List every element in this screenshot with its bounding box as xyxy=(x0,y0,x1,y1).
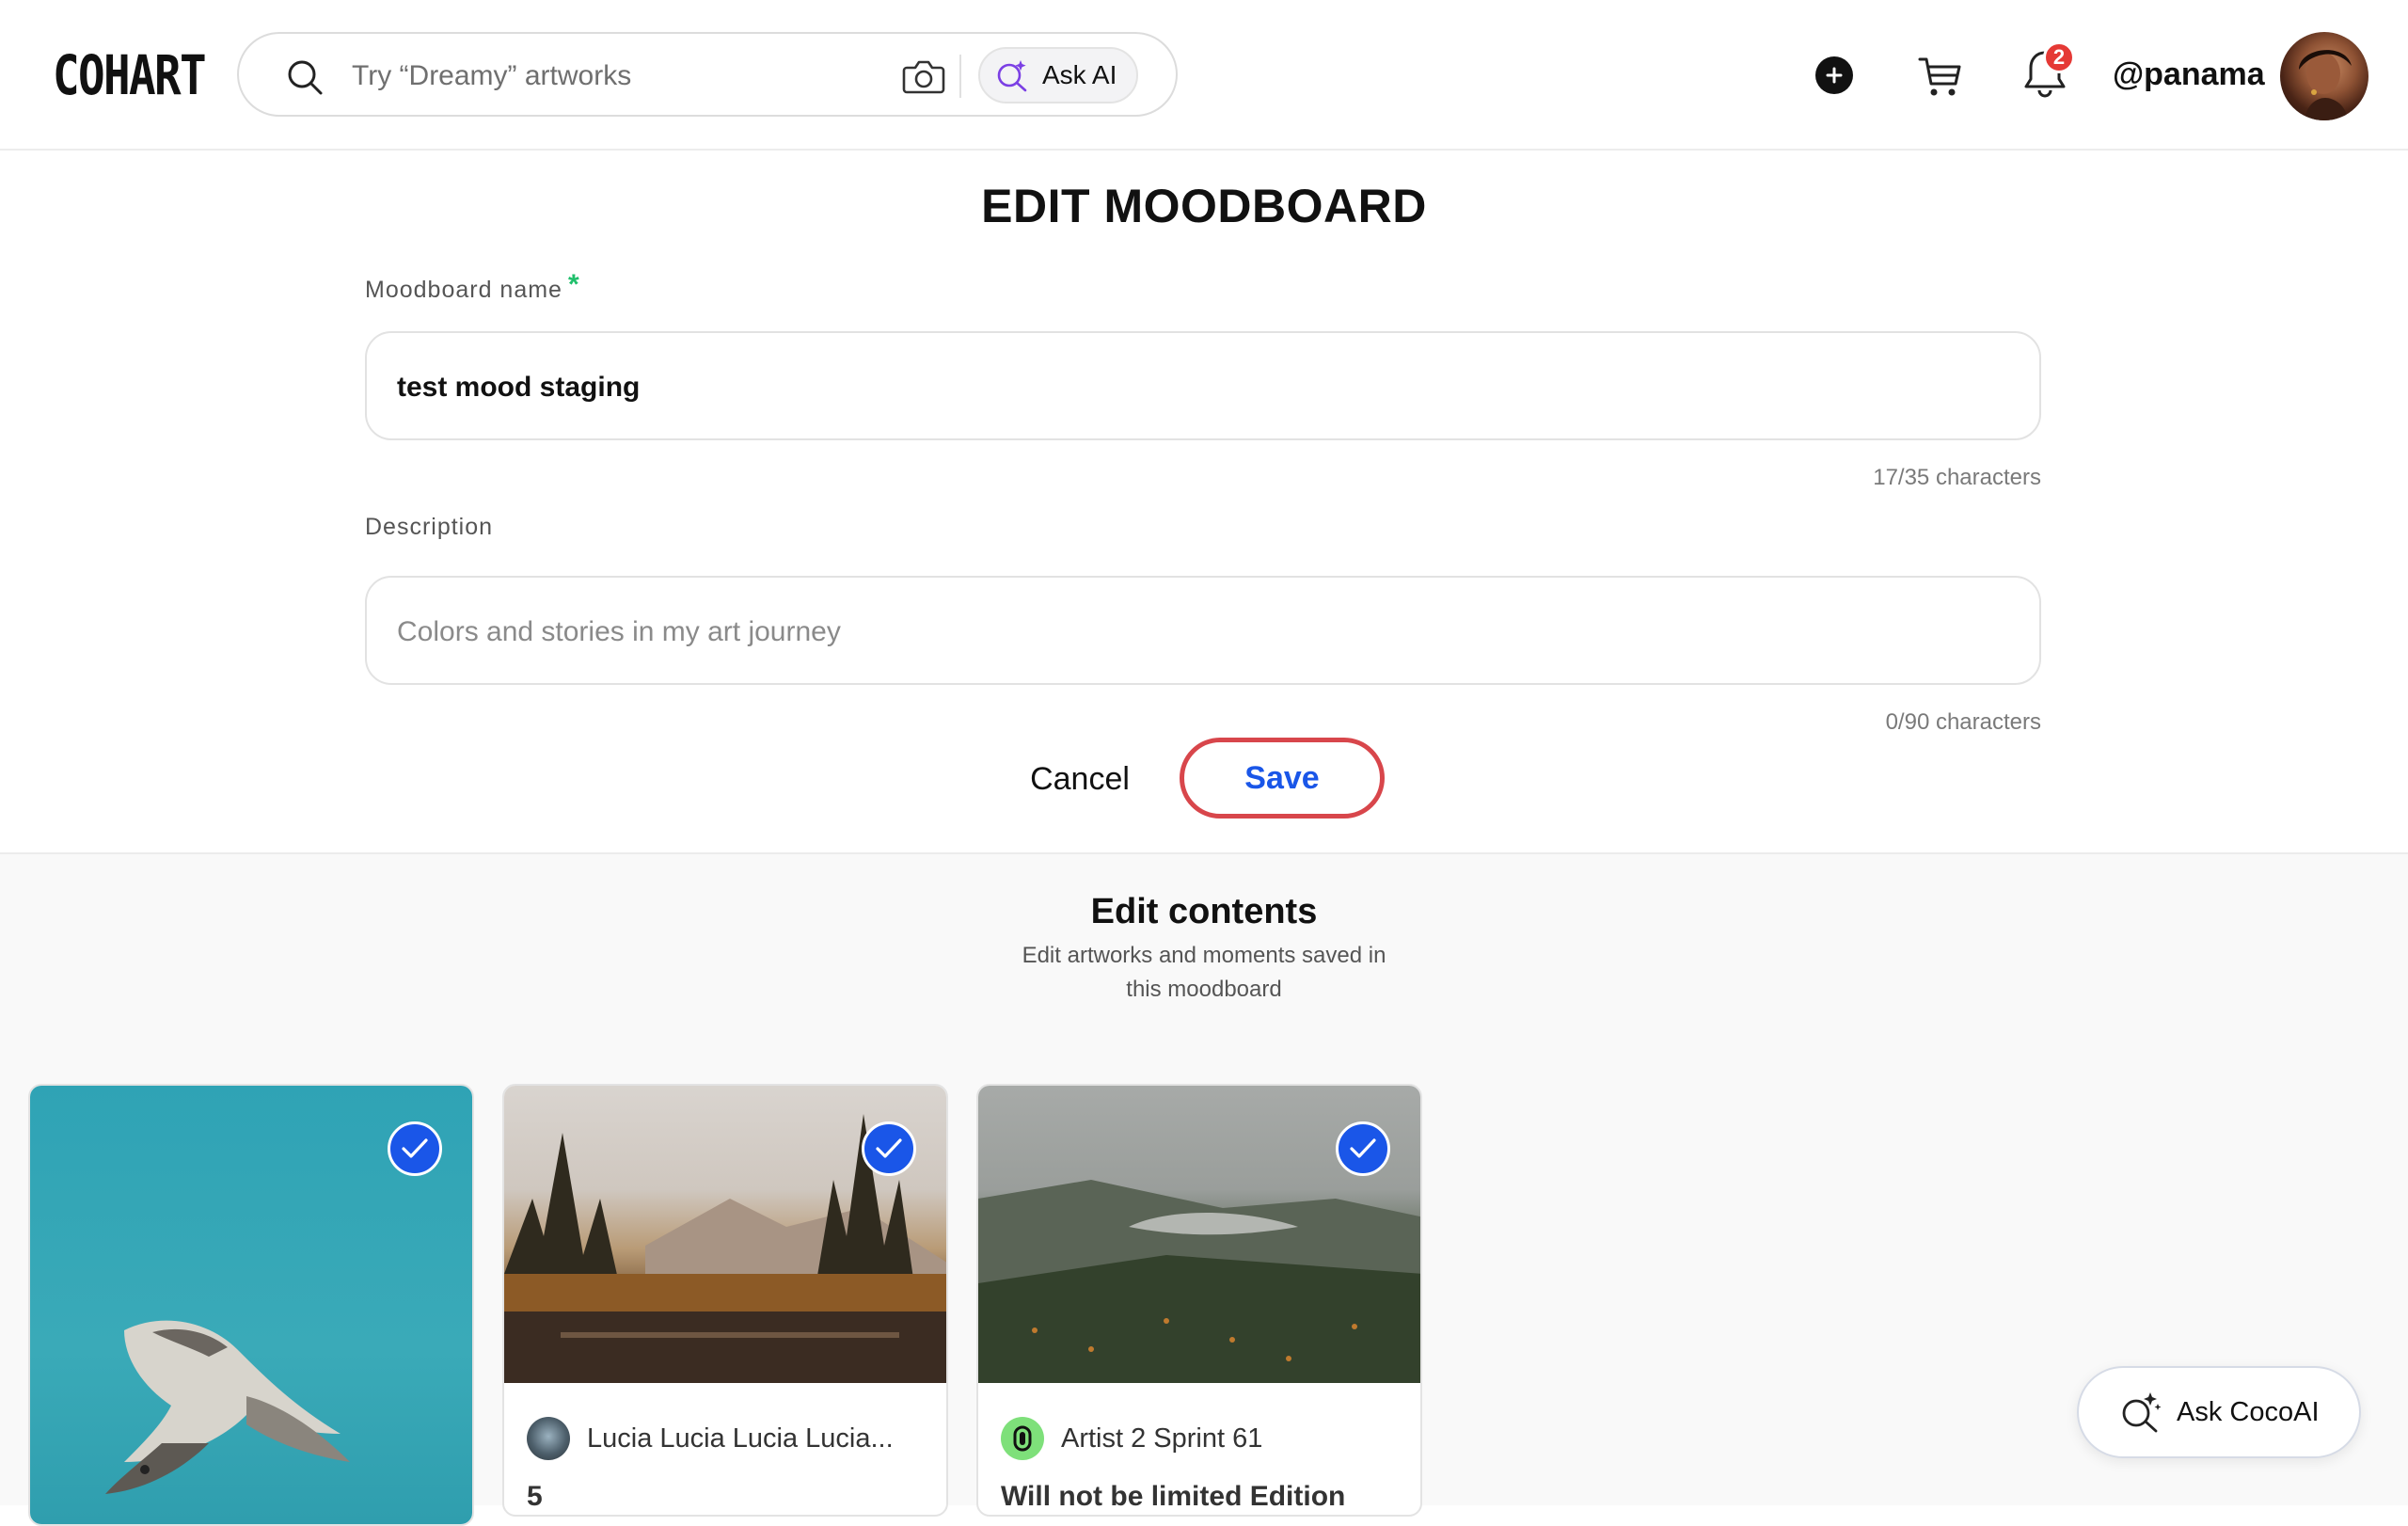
ai-sparkle-icon xyxy=(2122,1392,2162,1433)
page-title: EDIT MOODBOARD xyxy=(981,180,1427,232)
content-card[interactable]: Lucia Lucia Lucia Lucia... 5 xyxy=(502,1084,948,1517)
description-input[interactable] xyxy=(397,610,1996,655)
check-icon xyxy=(1350,1138,1376,1158)
search-icon xyxy=(288,60,323,95)
username[interactable]: @panama xyxy=(2113,56,2265,93)
cancel-button[interactable]: Cancel xyxy=(1006,753,1153,805)
artist-logo-icon xyxy=(1013,1425,1032,1452)
avatar-portrait xyxy=(2299,50,2352,120)
search-input[interactable] xyxy=(352,56,879,96)
ask-ai-label: Ask AI xyxy=(1042,60,1117,89)
moodboard-name-label-text: Moodboard name xyxy=(365,277,562,303)
cohart-logo[interactable]: COHART xyxy=(53,43,207,107)
camera-icon[interactable] xyxy=(901,55,946,98)
check-icon xyxy=(402,1138,428,1158)
content-card[interactable] xyxy=(28,1084,474,1526)
ai-sparkle-icon xyxy=(997,60,1027,92)
artist-name: Lucia Lucia Lucia Lucia... xyxy=(587,1423,894,1454)
moodboard-name-input[interactable] xyxy=(397,365,1996,410)
description-field[interactable] xyxy=(365,576,2041,685)
cart-icon[interactable] xyxy=(1917,55,1962,98)
search-bar[interactable]: Ask AI xyxy=(237,32,1178,117)
moodboard-name-label: Moodboard name * xyxy=(365,269,580,304)
top-header: COHART Ask AI xyxy=(0,0,2408,151)
description-label: Description xyxy=(365,514,494,540)
card-selected-check[interactable] xyxy=(862,1121,916,1176)
contents-title: Edit contents xyxy=(1090,892,1318,931)
ask-cocoai-button[interactable]: Ask CocoAI xyxy=(2077,1366,2361,1458)
required-marker: * xyxy=(567,269,580,300)
plus-icon xyxy=(1826,67,1843,84)
moodboard-name-field[interactable] xyxy=(365,331,2041,440)
ask-cocoai-label: Ask CocoAI xyxy=(2177,1396,2320,1427)
description-char-counter: 0/90 characters xyxy=(1885,709,2041,735)
contents-subtitle: Edit artworks and moments saved in this … xyxy=(1022,943,1386,1002)
artist-avatar xyxy=(1001,1417,1044,1460)
save-button[interactable]: Save xyxy=(1180,738,1385,819)
card-selected-check[interactable] xyxy=(1336,1121,1390,1176)
create-button[interactable] xyxy=(1815,56,1853,94)
card-artist[interactable]: Artist 2 Sprint 61 xyxy=(1001,1417,1262,1460)
search-divider xyxy=(959,55,961,98)
artist-avatar xyxy=(527,1417,570,1460)
artwork-title: 5 xyxy=(527,1481,543,1512)
card-artist[interactable]: Lucia Lucia Lucia Lucia... xyxy=(527,1417,894,1460)
content-card[interactable]: Artist 2 Sprint 61 Will not be limited E… xyxy=(976,1084,1422,1517)
artwork-title: Will not be limited Edition xyxy=(1001,1481,1346,1512)
artist-name: Artist 2 Sprint 61 xyxy=(1061,1423,1263,1454)
name-char-counter: 17/35 characters xyxy=(1873,465,2041,490)
avatar[interactable] xyxy=(2280,32,2368,120)
ask-ai-button[interactable]: Ask AI xyxy=(978,47,1138,103)
check-icon xyxy=(876,1138,902,1158)
card-selected-check[interactable] xyxy=(388,1121,442,1176)
notification-badge: 2 xyxy=(2043,41,2075,73)
